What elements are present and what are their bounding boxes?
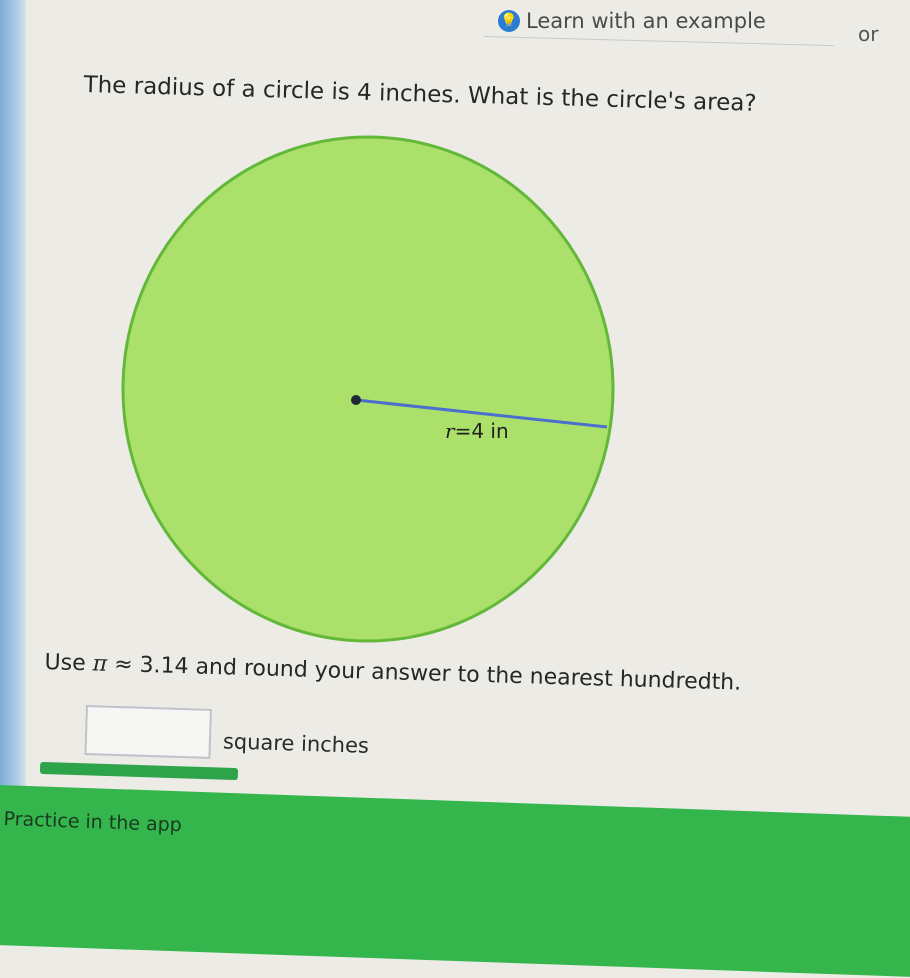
header-divider	[483, 36, 834, 47]
circle-diagram: r=4 in	[121, 135, 615, 643]
answer-row: square inches	[84, 705, 370, 764]
learn-link-label: Learn with an example	[526, 9, 766, 33]
learn-with-example-link[interactable]: 💡 Learn with an example	[498, 6, 766, 36]
or-separator: or	[858, 22, 879, 46]
answer-input[interactable]	[84, 705, 212, 759]
pi-symbol: π	[92, 651, 108, 677]
center-point	[351, 395, 361, 405]
instruction-text: Use π ≈ 3.14 and round your answer to th…	[44, 650, 742, 696]
question-text: The radius of a circle is 4 inches. What…	[83, 72, 757, 117]
lightbulb-icon: 💡	[498, 10, 520, 32]
radius-label: r=4 in	[445, 419, 509, 443]
left-window-edge	[0, 0, 26, 887]
practice-bar-edge	[39, 761, 239, 781]
answer-unit: square inches	[222, 729, 370, 758]
circle-shape	[121, 135, 615, 643]
